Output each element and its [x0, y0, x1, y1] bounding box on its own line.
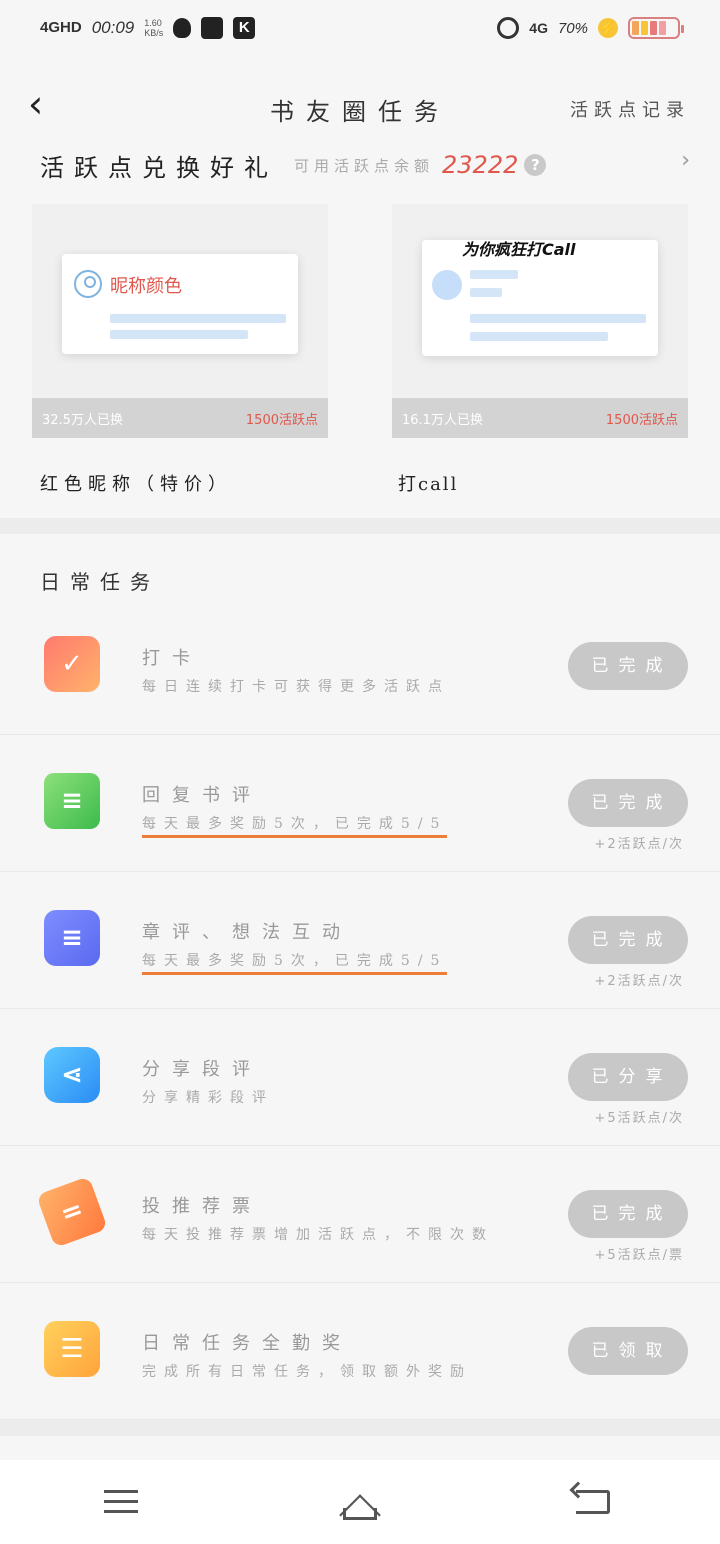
placeholder-line	[110, 330, 248, 339]
reward-name[interactable]: 红色昵称（特价）	[40, 470, 232, 496]
placeholder-line	[470, 288, 502, 297]
exchange-header[interactable]: 活跃点兑换好礼 可用活跃点余额 23222 ? ›	[40, 148, 690, 182]
task-name: 打卡	[142, 648, 202, 669]
preview-nickname: 昵称颜色	[110, 276, 182, 297]
exchanged-count: 32.5万人已换	[42, 412, 123, 428]
task-name: 日常任务全勤奖	[142, 1333, 352, 1354]
reward-cost: 1500活跃点	[605, 412, 678, 428]
avatar-icon	[74, 270, 102, 298]
reward-preview: 昵称颜色	[62, 254, 298, 354]
ticket-icon: =	[36, 1176, 108, 1248]
task-bonus: +2活跃点/次	[594, 974, 684, 989]
reward-name[interactable]: 打call	[398, 470, 458, 496]
status-bar: 4GHD 00:09 1.60 KB/s K 4G 70% ⚡	[0, 0, 720, 56]
task-row-chapter-comment: ≡ 章评、想法互动 每天最多奖励5次，已完成5/5 已完成 +2活跃点/次	[0, 872, 720, 1009]
help-icon[interactable]: ?	[524, 154, 547, 176]
reward-card-nickname-color[interactable]: 昵称颜色 32.5万人已换 1500活跃点	[32, 204, 328, 438]
task-row-checkin: ✓ 打卡 每日连续打卡可获得更多活跃点 已完成	[0, 598, 720, 735]
task-name: 章评、想法互动	[142, 922, 352, 943]
status-time: 00:09	[91, 18, 135, 37]
placeholder-line	[470, 270, 518, 279]
daily-tasks-title: 日常任务	[40, 570, 160, 594]
task-bonus: +2活跃点/次	[594, 837, 684, 852]
network-indicator: 4GHD	[40, 19, 82, 36]
active-record-link[interactable]: 活跃点记录	[570, 96, 690, 122]
section-divider	[0, 1420, 720, 1436]
task-desc: 完成所有日常任务，领取额外奖励	[142, 1364, 472, 1380]
task-status-button[interactable]: 已完成	[568, 916, 688, 964]
call-banner: 为你疯狂打Call	[462, 240, 576, 259]
task-status-button[interactable]: 已完成	[568, 642, 688, 690]
back-icon[interactable]	[568, 1481, 628, 1522]
reward-card-call[interactable]: 为你疯狂打Call 16.1万人已换 1500活跃点	[392, 204, 688, 438]
speed-value: 1.60	[144, 18, 162, 28]
battery-percent: 70%	[557, 19, 588, 37]
placeholder-line	[470, 332, 608, 341]
exchange-title: 活跃点兑换好礼	[40, 153, 278, 182]
battery-icon	[628, 17, 684, 39]
task-desc: 每天投推荐票增加活跃点，不限次数	[142, 1227, 494, 1243]
task-status-button[interactable]: 已完成	[568, 779, 688, 827]
calendar-icon	[201, 17, 224, 39]
list-icon: ☰	[44, 1321, 100, 1377]
exchanged-count: 16.1万人已换	[402, 412, 483, 428]
charging-icon: ⚡	[598, 18, 618, 38]
task-name: 投推荐票	[142, 1196, 262, 1217]
bottom-nav	[0, 1460, 720, 1544]
task-status-button[interactable]: 已分享	[568, 1053, 688, 1101]
task-name: 分享段评	[142, 1059, 262, 1080]
task-desc: 每天最多奖励5次，已完成5/5	[142, 950, 448, 975]
task-bonus: +5活跃点/次	[594, 1111, 684, 1126]
speed-unit: KB/s	[144, 28, 164, 38]
reward-cost: 1500活跃点	[245, 412, 318, 428]
task-row-full-attendance: ☰ 日常任务全勤奖 完成所有日常任务，领取额外奖励 已领取	[0, 1283, 720, 1420]
status-left: 4GHD 00:09 1.60 KB/s K	[40, 17, 256, 39]
reward-preview: 为你疯狂打Call	[422, 240, 658, 356]
placeholder-line	[470, 314, 646, 323]
section-divider	[0, 518, 720, 534]
task-row-recommend-vote: = 投推荐票 每天投推荐票增加活跃点，不限次数 已完成 +5活跃点/票	[0, 1146, 720, 1283]
menu-icon[interactable]	[92, 1482, 152, 1522]
balance-value: 23222	[442, 151, 519, 179]
task-row-reply-review: ≡ 回复书评 每天最多奖励5次，已完成5/5 已完成 +2活跃点/次	[0, 735, 720, 872]
share-icon: ⋖	[44, 1047, 100, 1103]
reward-info-bar: 16.1万人已换 1500活跃点	[392, 398, 688, 438]
calendar-check-icon: ✓	[44, 636, 100, 692]
avatar-placeholder	[432, 270, 462, 300]
task-desc: 分享精彩段评	[142, 1090, 274, 1106]
task-status-button[interactable]: 已完成	[568, 1190, 688, 1238]
alarm-icon	[497, 17, 520, 39]
status-right: 4G 70% ⚡	[497, 17, 684, 39]
k-app-icon: K	[233, 17, 256, 39]
home-icon[interactable]	[335, 1484, 385, 1536]
document-icon: ≡	[44, 910, 100, 966]
task-status-button[interactable]: 已领取	[568, 1327, 688, 1375]
balance-label: 可用活跃点余额	[294, 156, 435, 175]
task-bonus: +5活跃点/票	[594, 1248, 684, 1263]
task-name: 回复书评	[142, 785, 262, 806]
task-list: ✓ 打卡 每日连续打卡可获得更多活跃点 已完成 ≡ 回复书评 每天最多奖励5次，…	[0, 598, 720, 1420]
task-desc: 每天最多奖励5次，已完成5/5	[142, 813, 448, 838]
network-speed: 1.60 KB/s	[144, 18, 163, 38]
header: ‹ 书友圈任务 活跃点记录	[0, 80, 720, 130]
chevron-right-icon[interactable]: ›	[681, 148, 690, 173]
placeholder-line	[110, 314, 286, 323]
task-row-share: ⋖ 分享段评 分享精彩段评 已分享 +5活跃点/次	[0, 1009, 720, 1146]
qq-icon	[173, 18, 192, 38]
chat-bubble-icon: ≡	[44, 773, 100, 829]
network-indicator-right: 4G	[529, 20, 548, 36]
reward-info-bar: 32.5万人已换 1500活跃点	[32, 398, 328, 438]
task-desc: 每日连续打卡可获得更多活跃点	[142, 679, 450, 695]
